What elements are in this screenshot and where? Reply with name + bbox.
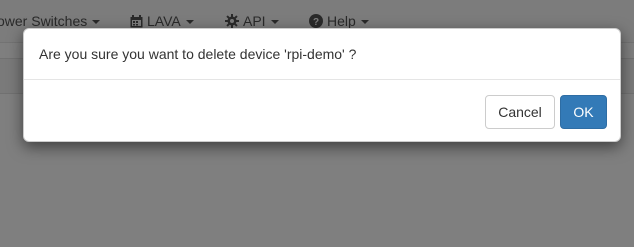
confirm-message: Are you sure you want to delete device '… — [24, 29, 620, 80]
dialog-footer: Cancel OK — [24, 80, 620, 143]
page: ower Switches LAVA — [0, 0, 634, 247]
cancel-button[interactable]: Cancel — [485, 95, 555, 129]
ok-button[interactable]: OK — [560, 95, 607, 129]
confirm-dialog: Are you sure you want to delete device '… — [23, 28, 621, 142]
